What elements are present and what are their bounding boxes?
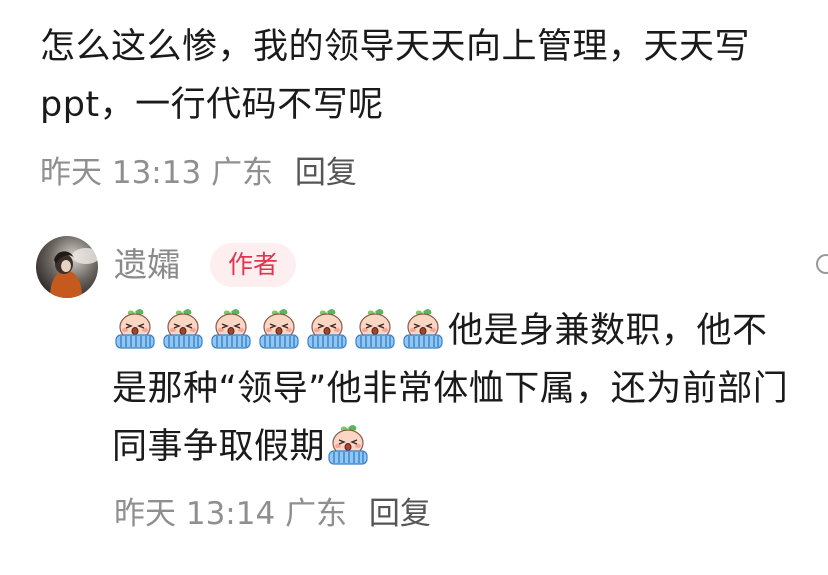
comment-thread: 怎么这么惨，我的领导天天向上管理，天天写ppt，一行代码不写呢 昨天 13:13…: [0, 0, 828, 575]
crying-peach-emoji-icon: [304, 308, 350, 350]
crying-peach-emoji-icon: [112, 308, 158, 350]
more-options-icon[interactable]: [814, 252, 828, 276]
crying-peach-emoji-icon: [352, 308, 398, 350]
crying-peach-emoji-icon: [325, 424, 371, 466]
avatar[interactable]: [36, 236, 98, 298]
username[interactable]: 遗孀: [114, 243, 180, 287]
emoji-group: [112, 311, 448, 351]
reply-button[interactable]: 回复: [369, 496, 431, 532]
avatar-photo-icon: [36, 236, 98, 298]
comment-text: 怎么这么惨，我的领导天天向上管理，天天写ppt，一行代码不写呢: [40, 27, 751, 125]
comment-meta: 昨天 13:14 广东 回复: [114, 488, 431, 533]
crying-peach-emoji-icon: [160, 308, 206, 350]
comment-time: 昨天 13:14: [114, 496, 276, 532]
author-badge: 作者: [210, 243, 297, 287]
comment-location: 广东: [211, 155, 274, 191]
comment-meta: 昨天 13:13 广东 回复: [40, 147, 357, 192]
crying-peach-emoji-icon: [256, 308, 302, 350]
comment-time: 昨天 13:13: [40, 155, 202, 191]
reply-button[interactable]: 回复: [295, 155, 357, 191]
comment-location: 广东: [285, 496, 348, 532]
comment-body: 他是身兼数职，他不是那种“领导”他非常体恤下属，还为前部门同事争取假期: [112, 302, 802, 476]
crying-peach-emoji-icon: [208, 308, 254, 350]
crying-peach-emoji-icon: [400, 308, 446, 350]
